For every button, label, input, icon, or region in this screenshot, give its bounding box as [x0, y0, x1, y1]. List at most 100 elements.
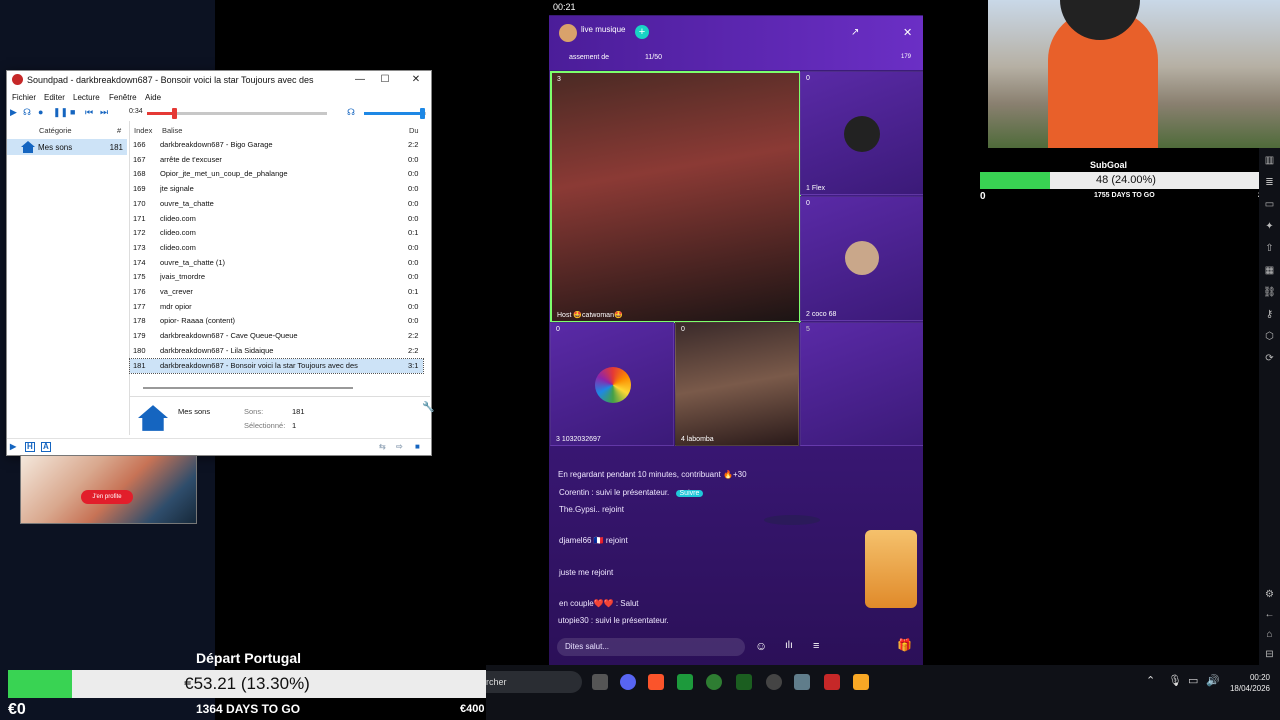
seat-tile-1[interactable]: 0 1 Flex — [800, 71, 923, 195]
dock-grid-icon[interactable]: ▦ — [1263, 264, 1276, 277]
audio-icon[interactable]: ılı — [785, 640, 793, 651]
discord-icon[interactable] — [620, 674, 636, 690]
play-icon[interactable]: ▶ — [10, 106, 17, 118]
sound-row[interactable]: 171 clideo.com 0:0 — [130, 212, 423, 226]
sound-row[interactable]: 180 darkbreakdown687 - Lila Sidaique 2:2 — [130, 344, 423, 358]
emoji-icon[interactable]: ☺ — [755, 639, 767, 653]
soundpad-titlebar[interactable]: Soundpad - darkbreakdown687 - Bonsoir vo… — [7, 71, 431, 89]
chat-icon[interactable]: ■ — [415, 442, 420, 451]
flag-app-icon[interactable] — [706, 674, 722, 690]
horizontal-scrollbar[interactable] — [143, 387, 353, 389]
position-slider[interactable] — [147, 108, 327, 119]
dock-key-icon[interactable]: ⚷ — [1263, 308, 1276, 321]
count-header[interactable]: # — [117, 126, 121, 135]
duration-header[interactable]: Du — [409, 126, 419, 135]
chat-input[interactable]: Dites salut... — [557, 638, 745, 656]
dock-refresh-icon[interactable]: ⟳ — [1263, 352, 1276, 365]
dock-chart-icon[interactable]: ▥ — [1263, 154, 1276, 167]
dock-folder-icon[interactable]: ▭ — [1263, 198, 1276, 211]
youtube-icon[interactable] — [824, 674, 840, 690]
play-status-icon[interactable]: ▶ — [10, 442, 16, 451]
tray-display-icon[interactable]: ▭ — [1188, 674, 1198, 687]
ad-cta-button[interactable]: J'en profite — [81, 490, 133, 504]
position-knob[interactable] — [172, 108, 177, 119]
headphones-volume-icon[interactable]: ☊ — [347, 106, 355, 118]
dock-home-icon[interactable]: ⌂ — [1263, 628, 1276, 641]
taskbar-clock[interactable]: 00:20 18/04/2026 — [1230, 672, 1270, 694]
task-view-icon[interactable] — [592, 674, 608, 690]
sound-row[interactable]: 181 darkbreakdown687 - Bonsoir voici la s… — [129, 357, 424, 374]
settings-icon[interactable] — [794, 674, 810, 690]
loop-icon[interactable]: ⇆ — [379, 442, 386, 451]
sound-row[interactable]: 169 jte signale 0:0 — [130, 182, 423, 196]
wrench-icon[interactable]: 🔧 — [422, 402, 434, 413]
share-icon[interactable]: ↗ — [851, 27, 859, 38]
minimize-button[interactable]: — — [353, 73, 367, 87]
play-app-icon[interactable] — [736, 674, 752, 690]
headphones-icon[interactable]: ☊ — [23, 106, 31, 118]
host-video-tile[interactable]: 3 Host 🤩catwoman🤩 — [550, 71, 801, 323]
hotkey-icon[interactable]: H — [25, 442, 35, 452]
close-button[interactable]: ✕ — [409, 73, 423, 87]
forward-icon[interactable]: ⇨ — [396, 442, 403, 451]
room-avatar[interactable] — [559, 24, 577, 42]
sound-row[interactable]: 175 jvais_tmordre 0:0 — [130, 270, 423, 284]
sound-row[interactable]: 178 opior- Raaaa (content) 0:0 — [130, 314, 423, 328]
autoplay-icon[interactable]: A — [41, 442, 51, 452]
sound-row[interactable]: 168 Opior_jte_met_un_coup_de_phalange 0:0 — [130, 167, 423, 181]
tray-mic-icon[interactable]: 🎙 — [1168, 674, 1182, 687]
dock-link-icon[interactable]: ⛓ — [1263, 286, 1276, 299]
menu-fichier[interactable]: Fichier — [12, 93, 36, 102]
spreadsheet-icon[interactable] — [677, 674, 693, 690]
seat-tile-5[interactable]: 5 — [800, 322, 923, 446]
sound-row[interactable]: 166 darkbreakdown687 - Bigo Garage 2:2 — [130, 138, 423, 152]
gift-icon[interactable]: 🎁 — [897, 638, 912, 652]
sound-index: 181 — [133, 360, 146, 370]
sound-row[interactable]: 170 ouvre_ta_chatte 0:0 — [130, 197, 423, 211]
pause-icon[interactable]: ❚❚ — [53, 106, 68, 118]
sound-row[interactable]: 174 ouvre_ta_chatte (1) 0:0 — [130, 256, 423, 270]
category-header[interactable]: Catégorie — [39, 126, 72, 135]
category-item-mes-sons[interactable]: Mes sons 181 — [7, 139, 127, 155]
chrome-icon[interactable] — [766, 674, 782, 690]
dock-box-icon[interactable]: ⬡ — [1263, 330, 1276, 343]
dock-settings-icon[interactable]: ⚙ — [1263, 588, 1276, 601]
stop-icon[interactable]: ■ — [70, 106, 75, 118]
sound-row[interactable]: 177 mdr opior 0:0 — [130, 300, 423, 314]
maximize-button[interactable]: ☐ — [378, 73, 392, 87]
dock-lock-icon[interactable]: ⊟ — [1263, 648, 1276, 661]
menu-aide[interactable]: Aide — [145, 93, 161, 102]
tray-chevron-icon[interactable]: ⌃ — [1146, 674, 1155, 687]
index-header[interactable]: Index — [134, 126, 152, 135]
next-icon[interactable]: ⏭ — [100, 106, 108, 118]
sound-row[interactable]: 167 arrête de t'excuser 0:0 — [130, 153, 423, 167]
volume-slider[interactable] — [364, 108, 426, 119]
sound-row[interactable]: 179 darkbreakdown687 - Cave Queue-Queue 2:… — [130, 329, 423, 343]
dock-upload-icon[interactable]: ⇧ — [1263, 242, 1276, 255]
seat-tile-2[interactable]: 0 2 coco 68 — [800, 196, 923, 321]
menu-icon[interactable]: ≡ — [813, 640, 819, 652]
seat-tile-3[interactable]: 0 3 1032032697 — [550, 322, 674, 446]
follow-chip[interactable]: Suivre — [675, 490, 704, 497]
sound-row[interactable]: 176 va_crever 0:1 — [130, 285, 423, 299]
dock-list-icon[interactable]: ≣ — [1263, 176, 1276, 189]
menu-lecture[interactable]: Lecture — [73, 93, 100, 102]
taskbar-search[interactable]: rcher — [486, 671, 582, 693]
sound-row[interactable]: 173 clideo.com 0:0 — [130, 241, 423, 255]
previous-icon[interactable]: ⏮ — [85, 106, 93, 118]
volume-knob[interactable] — [420, 108, 425, 119]
room-close-icon[interactable]: ✕ — [903, 26, 912, 39]
event-banner[interactable] — [865, 530, 917, 608]
brave-icon[interactable] — [648, 674, 664, 690]
microphone-icon[interactable]: ● — [38, 106, 43, 118]
dock-star-icon[interactable]: ✦ — [1263, 220, 1276, 233]
menu-editer[interactable]: Editer — [44, 93, 65, 102]
follow-plus-icon[interactable]: + — [635, 25, 649, 39]
tray-volume-icon[interactable]: 🔊 — [1206, 674, 1220, 687]
seat-tile-4[interactable]: 0 4 labomba — [675, 322, 799, 446]
dock-back-icon[interactable]: ← — [1263, 608, 1276, 621]
folder-icon[interactable] — [853, 674, 869, 690]
tag-header[interactable]: Balise — [162, 126, 182, 135]
sound-row[interactable]: 172 clideo.com 0:1 — [130, 226, 423, 240]
menu-fenetre[interactable]: Fenêtre — [109, 93, 137, 102]
